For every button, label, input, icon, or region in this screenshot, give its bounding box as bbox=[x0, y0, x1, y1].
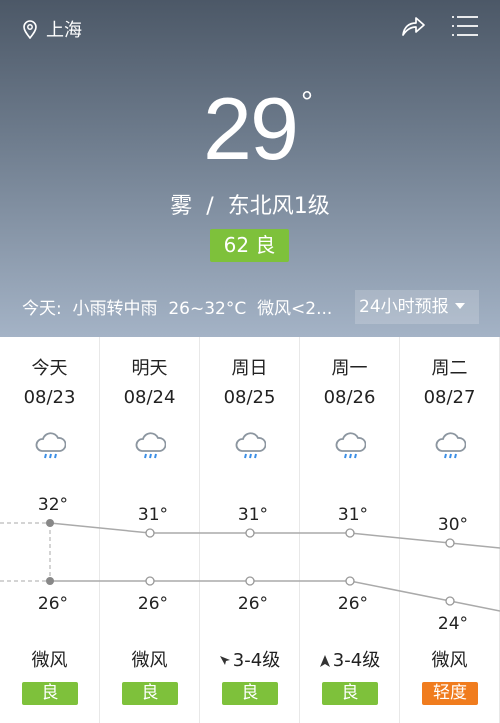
temperature-chart: 32° 26° 31° 26° 31° 26° 31° 26° 30° 24° bbox=[0, 495, 500, 634]
high-temp-line bbox=[49, 522, 500, 549]
low-temp-point bbox=[345, 576, 355, 586]
high-temp-label: 31° bbox=[138, 505, 168, 525]
low-temp-line bbox=[50, 580, 500, 612]
high-temp-point bbox=[245, 528, 255, 538]
low-temp-label: 24° bbox=[438, 614, 468, 634]
high-temp-label: 31° bbox=[238, 505, 268, 525]
low-temp-label: 26° bbox=[338, 594, 368, 614]
high-temp-label: 31° bbox=[338, 505, 368, 525]
high-temp-point bbox=[345, 528, 355, 538]
high-temp-point bbox=[445, 538, 455, 548]
high-temp-point bbox=[145, 528, 155, 538]
high-temp-label: 32° bbox=[38, 495, 68, 515]
low-temp-point bbox=[445, 596, 455, 606]
low-temp-label: 26° bbox=[138, 594, 168, 614]
low-temp-point bbox=[245, 576, 255, 586]
high-temp-label: 30° bbox=[438, 515, 468, 535]
high-temp-point bbox=[46, 519, 54, 527]
low-temp-label: 26° bbox=[38, 594, 68, 614]
low-temp-label: 26° bbox=[238, 594, 268, 614]
low-temp-point bbox=[46, 577, 54, 585]
low-temp-point bbox=[145, 576, 155, 586]
